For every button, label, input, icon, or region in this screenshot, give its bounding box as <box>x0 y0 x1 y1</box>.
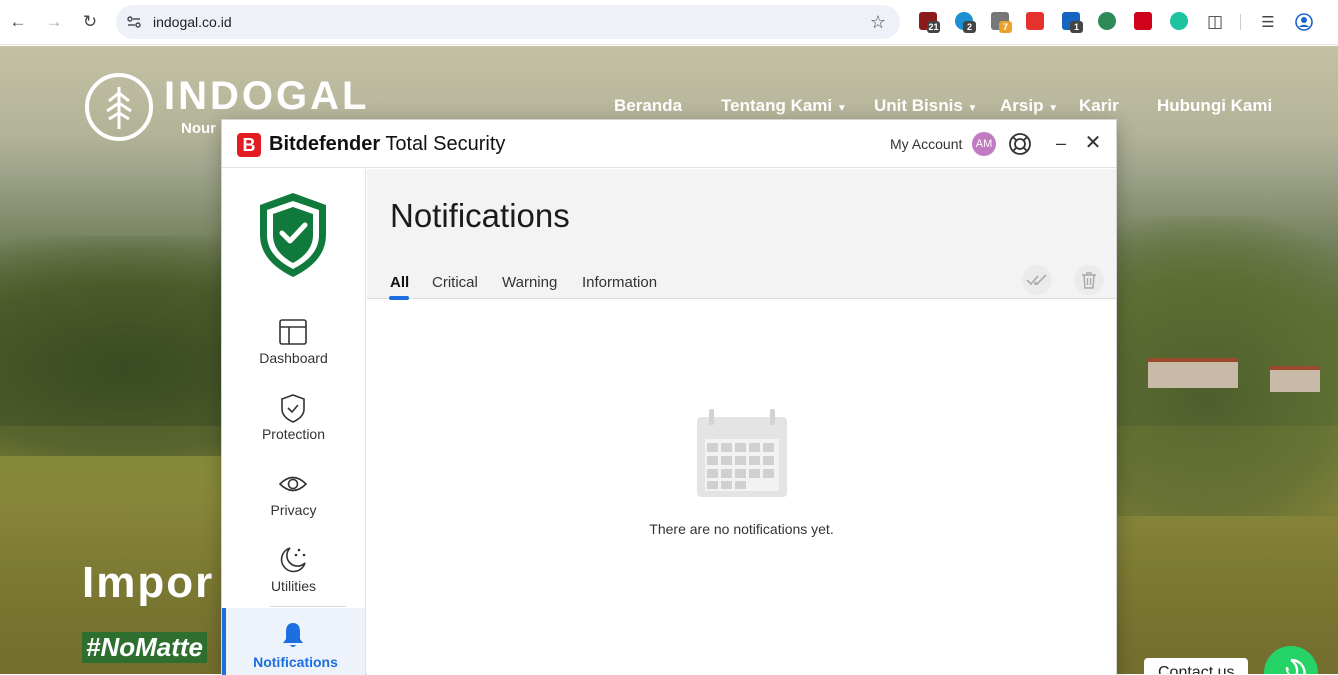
sidebar-item-label: Utilities <box>270 578 317 594</box>
extension-icon-8[interactable] <box>1170 12 1188 30</box>
contact-us-label[interactable]: Contact us <box>1144 658 1249 674</box>
window-titlebar[interactable]: B Bitdefender Total Security My Account … <box>222 120 1116 168</box>
site-settings-icon[interactable] <box>126 14 142 30</box>
mark-all-read-icon[interactable] <box>1022 265 1052 295</box>
address-bar[interactable]: indogal.co.id ☆ <box>116 5 900 39</box>
extension-badge: 7 <box>999 21 1012 33</box>
chevron-down-icon: ▼ <box>836 103 847 114</box>
menu-label: Arsip <box>1000 96 1044 115</box>
close-icon[interactable]: ✕ <box>1084 132 1102 156</box>
scenery <box>1270 366 1320 392</box>
eye-icon <box>278 476 308 492</box>
tab-critical[interactable]: Critical <box>432 274 478 291</box>
bitdefender-logo-icon: B <box>237 133 261 157</box>
extension-icon-3[interactable]: 7 <box>991 12 1012 33</box>
sidebar-item-label: Dashboard <box>259 350 328 366</box>
sidebar-item-protection[interactable]: Protection <box>222 393 365 469</box>
extensions-puzzle-icon[interactable]: ◫ <box>1203 10 1227 34</box>
dashboard-icon <box>279 319 307 345</box>
menu-hubungi-kami[interactable]: Hubungi Kami <box>1157 96 1272 116</box>
chevron-down-icon: ▼ <box>1048 103 1059 114</box>
back-icon[interactable]: ← <box>6 10 30 34</box>
utilities-icon <box>280 547 306 573</box>
sidebar-item-label: Protection <box>261 426 326 442</box>
security-status-shield-icon <box>260 193 326 277</box>
tab-information[interactable]: Information <box>582 274 657 291</box>
empty-state-message: There are no notifications yet. <box>649 521 834 537</box>
site-logo-text[interactable]: INDOGAL <box>164 74 369 119</box>
product-name: Total Security <box>385 133 506 155</box>
sidebar-item-dashboard[interactable]: Dashboard <box>222 317 365 393</box>
brand-name: Bitdefender <box>269 133 381 155</box>
menu-label: Unit Bisnis <box>874 96 963 115</box>
menu-arsip[interactable]: Arsip ▼ <box>1000 96 1058 116</box>
extension-badge: 2 <box>963 21 976 33</box>
sidebar-item-label: Privacy <box>270 502 317 518</box>
sidebar-divider <box>270 606 346 607</box>
bookmark-star-icon[interactable]: ☆ <box>870 12 886 33</box>
menu-karir[interactable]: Karir <box>1079 96 1119 116</box>
bitdefender-window: B Bitdefender Total Security My Account … <box>221 119 1117 675</box>
extension-icon-7[interactable] <box>1134 12 1152 30</box>
tab-all[interactable]: All <box>390 274 409 291</box>
extension-icon-1[interactable]: 21 <box>919 12 940 33</box>
page-header: Notifications All Critical Warning Infor… <box>367 169 1116 300</box>
protection-icon <box>281 394 305 423</box>
sidebar-item-notifications[interactable]: Notifications <box>222 608 365 675</box>
menu-tentang-kami[interactable]: Tentang Kami ▼ <box>721 96 847 116</box>
sidebar: Dashboard Protection Privacy Utilities N… <box>222 169 366 675</box>
extension-icon-2[interactable]: 2 <box>955 12 976 33</box>
extension-icon-4[interactable] <box>1026 12 1044 30</box>
app-title: Bitdefender Total Security <box>269 133 505 156</box>
tab-warning[interactable]: Warning <box>502 274 557 291</box>
avatar[interactable]: AM <box>972 132 996 156</box>
sidebar-item-label: Notifications <box>253 654 338 670</box>
menu-unit-bisnis[interactable]: Unit Bisnis ▼ <box>874 96 977 116</box>
sidebar-item-privacy[interactable]: Privacy <box>222 469 365 545</box>
extension-icon-6[interactable] <box>1098 12 1116 30</box>
toolbar-divider <box>1240 14 1241 30</box>
profile-icon[interactable] <box>1292 10 1316 34</box>
extension-icon-5[interactable]: 1 <box>1062 12 1083 33</box>
reading-list-icon[interactable]: ☰ <box>1256 10 1280 34</box>
minimize-icon[interactable]: – <box>1052 132 1070 156</box>
browser-toolbar: ← → ↻ indogal.co.id ☆ 21 2 7 1 ◫ ☰ <box>0 0 1338 45</box>
menu-beranda[interactable]: Beranda <box>614 96 682 116</box>
chevron-down-icon: ▼ <box>967 103 978 114</box>
my-account-link[interactable]: My Account <box>890 136 962 152</box>
extension-badge: 21 <box>927 21 940 33</box>
help-lifebuoy-icon[interactable] <box>1008 132 1032 156</box>
main-panel: Notifications All Critical Warning Infor… <box>367 169 1116 675</box>
bell-icon <box>283 623 303 647</box>
hero-title: Impor <box>82 558 215 607</box>
url-text[interactable]: indogal.co.id <box>153 14 232 30</box>
trash-icon[interactable] <box>1074 265 1104 295</box>
extension-badge: 1 <box>1070 21 1083 33</box>
empty-calendar-icon <box>697 409 787 497</box>
active-tab-indicator <box>389 296 409 300</box>
menu-label: Tentang Kami <box>721 96 833 115</box>
reload-icon[interactable]: ↻ <box>78 10 102 34</box>
page-title: Notifications <box>390 197 570 234</box>
site-logo-tagline: Nour <box>181 120 216 137</box>
forward-icon[interactable]: → <box>42 10 66 34</box>
hero-hashtag: #NoMatte <box>82 632 208 663</box>
logo-tree-icon[interactable] <box>85 73 153 141</box>
scenery <box>1148 358 1238 388</box>
